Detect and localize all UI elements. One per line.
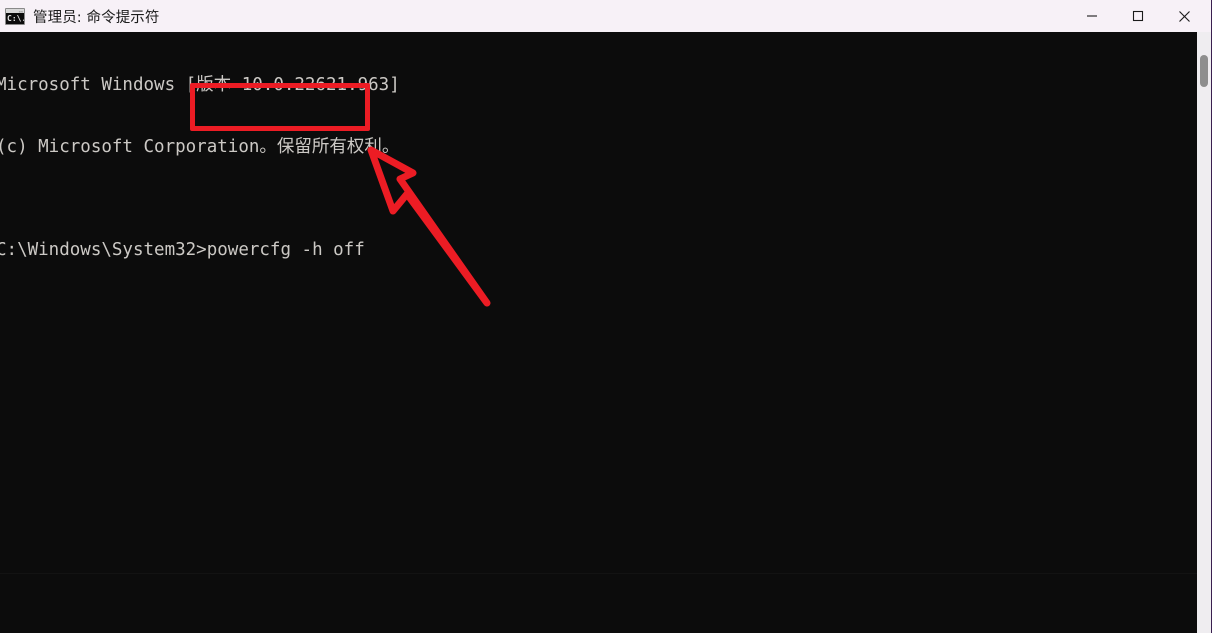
console-text-block: Microsoft Windows [版本 10.0.22621.963] (c…: [0, 34, 400, 302]
console-row-divider: [0, 573, 1197, 574]
close-button[interactable]: [1161, 0, 1207, 32]
scrollbar-thumb[interactable]: [1200, 55, 1208, 87]
minimize-icon: [1087, 15, 1097, 17]
maximize-icon: [1132, 10, 1144, 22]
console-output-area[interactable]: Microsoft Windows [版本 10.0.22621.963] (c…: [0, 32, 1197, 633]
console-line-copyright: (c) Microsoft Corporation。保留所有权利。: [0, 136, 400, 157]
window-controls: [1069, 0, 1207, 32]
maximize-button[interactable]: [1115, 0, 1161, 32]
console-line-version: Microsoft Windows [版本 10.0.22621.963]: [0, 75, 400, 96]
window-title: 管理员: 命令提示符: [33, 9, 160, 26]
title-bar[interactable]: ▫▫▫ C:\. 管理员: 命令提示符: [0, 0, 1218, 32]
command-prompt-window: ▫▫▫ C:\. 管理员: 命令提示符 Microsoft Windows [版…: [0, 0, 1218, 633]
vertical-scrollbar[interactable]: [1197, 32, 1211, 633]
cmd-icon-prompt-glyph: C:\.: [7, 13, 25, 23]
window-right-filler: [1212, 0, 1218, 633]
console-line-prompt-command: C:\Windows\System32>powercfg -h off: [0, 239, 365, 260]
minimize-button[interactable]: [1069, 0, 1115, 32]
cmd-icon: ▫▫▫ C:\.: [5, 7, 25, 25]
close-icon: [1178, 10, 1190, 22]
